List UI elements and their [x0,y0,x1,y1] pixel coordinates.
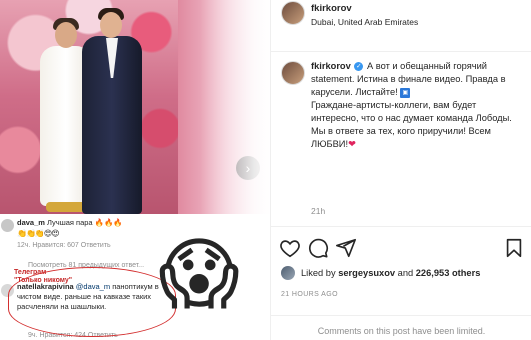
post-timestamp[interactable]: 21 HOURS AGO [281,291,338,298]
highlight-circle [8,267,176,337]
heart-outline-icon[interactable] [279,237,301,259]
likes-summary: Liked by sergeysuxov and 226,953 others [301,268,481,278]
comment-username[interactable]: dava_m [17,218,45,227]
caption-timestamp: 21h [311,206,326,216]
likes-count-link[interactable]: 226,953 others [416,268,481,278]
avatar[interactable] [281,61,305,85]
bookmark-icon[interactable] [503,237,525,259]
avatar [1,219,14,232]
blue-square-emoji-icon: ▣ [400,87,411,98]
screaming-face-emoji-icon: 😱 [158,230,240,318]
paper-plane-icon[interactable] [335,237,357,259]
embedded-comments: dava_m Лучшая пара 🔥🔥🔥 👏👏👏😍😍 12ч. Нравит… [0,214,178,340]
embedded-screenshot-collage: › dava_m Лучшая пара 🔥🔥🔥 👏👏👏😍😍 12ч. Нрав… [0,0,270,340]
comments-limited-notice: Comments on this post have been limited. [271,315,531,336]
comment-likes: Нравится: 607 [32,242,79,249]
avatar[interactable] [281,266,295,280]
comment-reply-link[interactable]: Ответить [81,242,111,249]
comment-age: 9ч. [28,332,38,339]
post-location[interactable]: Dubai, United Arab Emirates [311,17,418,27]
post-header: fkirkorov Dubai, United Arab Emirates [271,0,531,52]
comment-emoji: 👏👏👏😍😍 [17,229,60,238]
comment-age: 12ч. [17,242,31,249]
caption-line-3: Мы в ответе за тех, кого приручили! Всем… [311,126,491,149]
caption-line-2: Граждане-артисты-коллеги, вам будет инте… [311,100,512,123]
post-actions: Liked by sergeysuxov and 226,953 others … [271,226,531,340]
verified-badge-icon: ✓ [354,62,364,72]
comment-text: Лучшая пара 🔥🔥🔥 [47,218,123,227]
post-photo [0,0,178,214]
avatar[interactable] [281,1,305,25]
post-caption: fkirkorov ✓ А вот и обещанный горячий st… [311,60,525,151]
red-heart-icon: ❤ [348,139,356,149]
caption-username[interactable]: fkirkorov [311,61,351,71]
speech-bubble-icon[interactable] [307,237,329,259]
post-author-username[interactable]: fkirkorov [311,3,352,14]
post-panel: fkirkorov Dubai, United Arab Emirates fk… [270,0,531,340]
man-in-dark-suit [82,8,142,214]
liked-by-username[interactable]: sergeysuxov [338,268,395,278]
